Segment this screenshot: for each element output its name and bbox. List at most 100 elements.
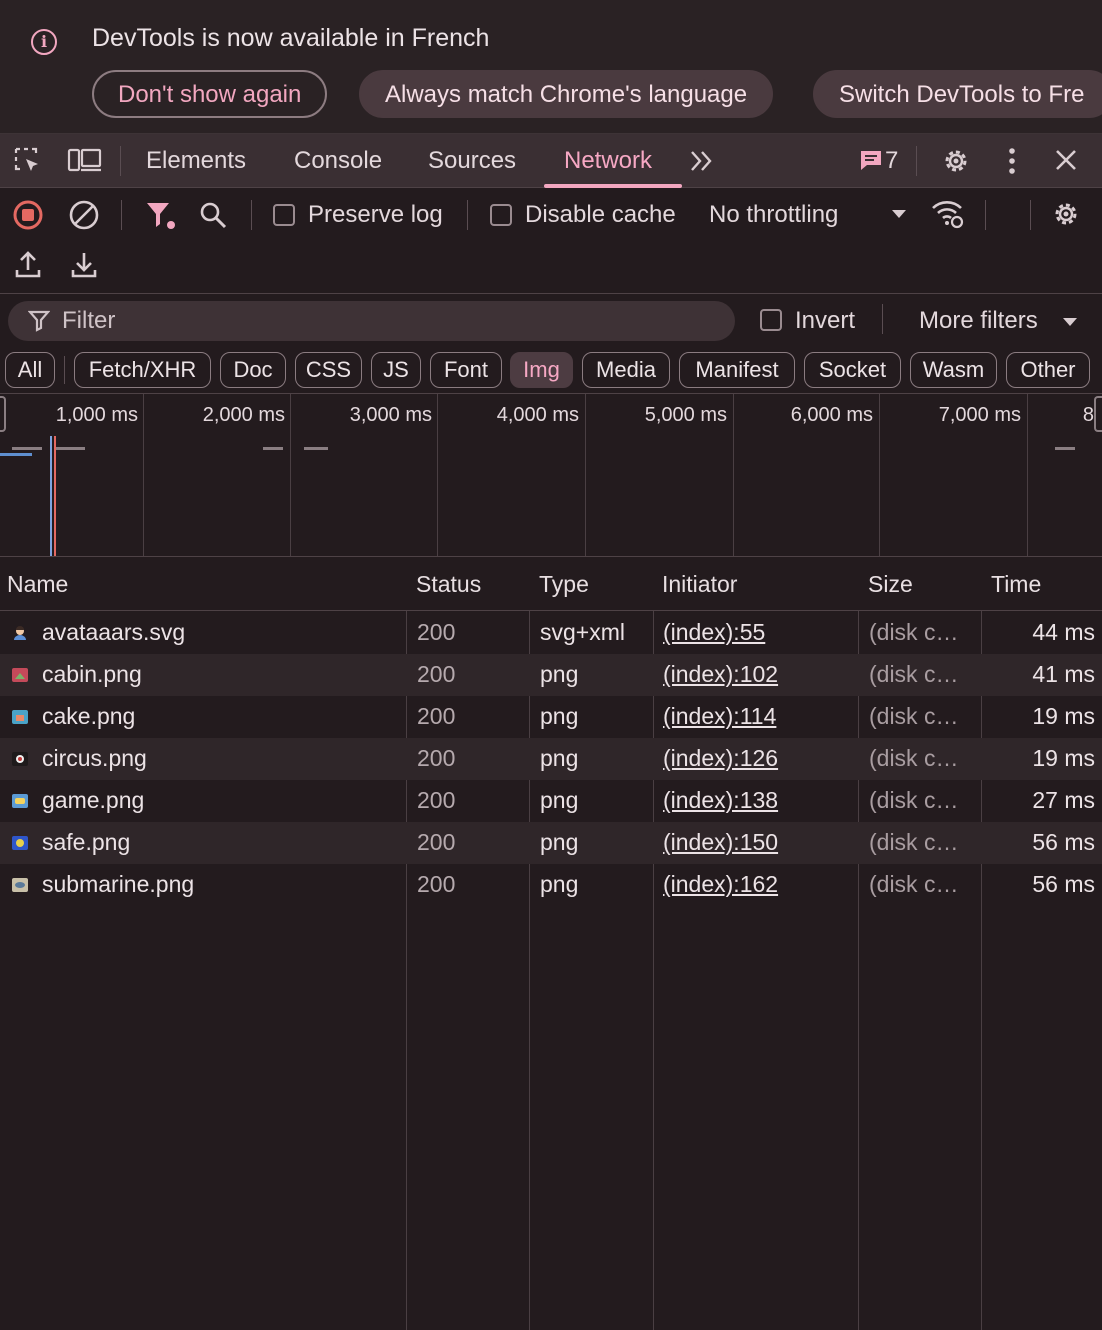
type-filter-js[interactable]: JS — [371, 352, 421, 388]
request-status: 200 — [417, 703, 456, 729]
column-header-initiator[interactable]: Initiator — [662, 571, 737, 598]
request-size: (disk c… — [869, 787, 959, 813]
device-toolbar-icon[interactable] — [67, 146, 103, 176]
timeline-tick: 5,000 ms — [644, 404, 727, 426]
network-conditions-wifi-icon[interactable] — [930, 198, 966, 230]
disable-cache-label: Disable cache — [525, 201, 676, 228]
export-har-download-icon[interactable] — [70, 250, 98, 280]
column-header-status[interactable]: Status — [416, 571, 481, 598]
table-row[interactable]: game.png 200 png (index):138 (disk c… 27… — [0, 780, 1102, 822]
type-filter-css[interactable]: CSS — [295, 352, 362, 388]
request-initiator-link[interactable]: (index):162 — [663, 871, 778, 898]
filter-funnel-icon[interactable] — [145, 201, 177, 231]
request-initiator-link[interactable]: (index):150 — [663, 829, 778, 856]
request-type: png — [540, 829, 579, 855]
type-filter-img[interactable]: Img — [510, 352, 573, 388]
timeline-request-bar — [1055, 447, 1075, 450]
disable-cache-checkbox[interactable] — [490, 204, 512, 226]
request-size: (disk c… — [869, 703, 959, 729]
filter-funnel-outline-icon — [28, 310, 50, 332]
more-options-icon[interactable] — [1004, 146, 1020, 176]
type-filter-manifest[interactable]: Manifest — [679, 352, 795, 388]
filter-input[interactable]: Filter — [8, 301, 735, 341]
request-time: 27 ms — [1032, 787, 1095, 813]
column-header-type[interactable]: Type — [539, 571, 589, 598]
tab-network[interactable]: Network — [564, 147, 652, 175]
table-row[interactable]: submarine.png 200 png (index):162 (disk … — [0, 864, 1102, 906]
type-filter-media[interactable]: Media — [582, 352, 670, 388]
chevron-down-icon[interactable] — [890, 208, 908, 220]
type-filter-fetch-xhr[interactable]: Fetch/XHR — [74, 352, 211, 388]
load-event-marker — [54, 436, 56, 556]
timeline-overview[interactable]: 1,000 ms 2,000 ms 3,000 ms 4,000 ms 5,00… — [0, 394, 1102, 557]
timeline-tick: 1,000 ms — [55, 404, 138, 426]
table-row[interactable]: cabin.png 200 png (index):102 (disk c… 4… — [0, 654, 1102, 696]
table-row[interactable]: cake.png 200 png (index):114 (disk c… 19… — [0, 696, 1102, 738]
request-status: 200 — [417, 619, 456, 645]
type-filter-font[interactable]: Font — [430, 352, 502, 388]
request-type: svg+xml — [540, 619, 625, 645]
request-initiator-link[interactable]: (index):126 — [663, 745, 778, 772]
filter-placeholder: Filter — [62, 307, 116, 334]
request-initiator-link[interactable]: (index):114 — [663, 703, 776, 730]
timeline-request-bar — [304, 447, 328, 450]
request-name: game.png — [42, 787, 145, 813]
type-filter-socket[interactable]: Socket — [804, 352, 901, 388]
import-har-upload-icon[interactable] — [14, 250, 42, 280]
column-header-size[interactable]: Size — [868, 571, 913, 598]
request-status: 200 — [417, 745, 456, 771]
request-size: (disk c… — [869, 829, 959, 855]
image-file-icon — [12, 752, 28, 766]
table-row[interactable]: avataaars.svg 200 svg+xml (index):55 (di… — [0, 612, 1102, 654]
timeline-request-bar — [12, 447, 42, 450]
preserve-log-checkbox[interactable] — [273, 204, 295, 226]
request-size: (disk c… — [869, 745, 959, 771]
network-settings-gear-icon[interactable] — [1050, 198, 1082, 230]
request-time: 19 ms — [1032, 703, 1095, 729]
more-filters-dropdown[interactable]: More filters — [919, 307, 1038, 335]
table-row[interactable]: circus.png 200 png (index):126 (disk c… … — [0, 738, 1102, 780]
type-filter-all[interactable]: All — [5, 352, 55, 388]
request-initiator-link[interactable]: (index):55 — [663, 619, 765, 646]
timeline-right-handle[interactable] — [1094, 396, 1102, 432]
request-name: cabin.png — [42, 661, 142, 687]
request-time: 56 ms — [1032, 829, 1095, 855]
dom-content-loaded-marker — [50, 436, 52, 556]
type-filter-other[interactable]: Other — [1006, 352, 1090, 388]
tab-console[interactable]: Console — [294, 147, 382, 175]
settings-gear-icon[interactable] — [940, 145, 972, 177]
issues-message-icon[interactable] — [859, 148, 883, 172]
request-type: png — [540, 745, 579, 771]
request-initiator-link[interactable]: (index):138 — [663, 787, 778, 814]
search-icon[interactable] — [198, 200, 228, 230]
inspect-element-icon[interactable] — [13, 146, 43, 176]
timeline-tick: 8 — [1082, 404, 1094, 426]
invert-checkbox[interactable] — [760, 309, 782, 331]
column-header-name[interactable]: Name — [7, 571, 68, 598]
column-header-time[interactable]: Time — [991, 571, 1041, 598]
close-icon[interactable] — [1054, 148, 1078, 172]
tab-sources[interactable]: Sources — [428, 147, 516, 175]
timeline-left-handle[interactable] — [0, 396, 6, 432]
switch-devtools-language-button[interactable]: Switch DevTools to Fre — [813, 70, 1102, 118]
image-file-icon — [12, 710, 28, 724]
dont-show-again-button[interactable]: Don't show again — [92, 70, 328, 118]
timeline-request-bar — [55, 447, 85, 450]
more-tabs-chevron-icon[interactable] — [689, 149, 715, 173]
network-toolbar: Preserve log Disable cache No throttling — [0, 188, 1102, 294]
issues-count[interactable]: 7 — [885, 147, 898, 175]
table-header: Name Status Type Initiator Size Time — [0, 557, 1102, 611]
stop-recording-icon[interactable] — [12, 199, 44, 231]
request-initiator-link[interactable]: (index):102 — [663, 661, 778, 688]
table-row[interactable]: safe.png 200 png (index):150 (disk c… 56… — [0, 822, 1102, 864]
more-filters-chevron-down-icon[interactable] — [1062, 316, 1078, 328]
clear-icon[interactable] — [68, 199, 100, 231]
tab-elements[interactable]: Elements — [146, 147, 246, 175]
request-time: 41 ms — [1032, 661, 1095, 687]
devtools-tab-bar: Elements Console Sources Network 7 — [0, 134, 1102, 188]
type-filter-wasm[interactable]: Wasm — [910, 352, 997, 388]
request-size: (disk c… — [869, 871, 959, 897]
type-filter-doc[interactable]: Doc — [220, 352, 286, 388]
always-match-language-button[interactable]: Always match Chrome's language — [359, 70, 774, 118]
throttling-select[interactable]: No throttling — [709, 201, 838, 229]
